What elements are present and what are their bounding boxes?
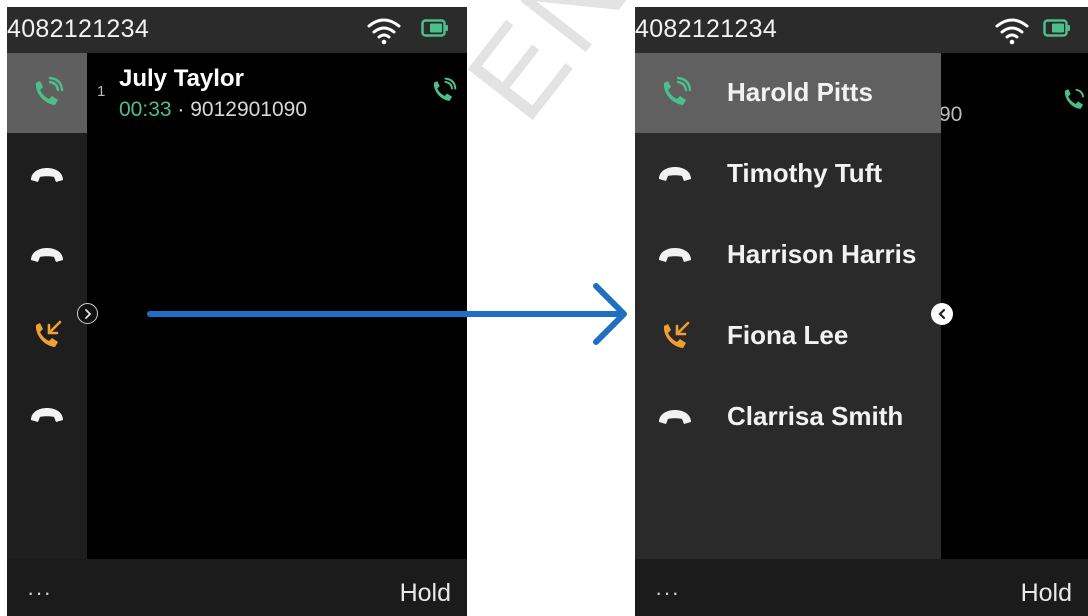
transition-arrow	[147, 283, 627, 345]
